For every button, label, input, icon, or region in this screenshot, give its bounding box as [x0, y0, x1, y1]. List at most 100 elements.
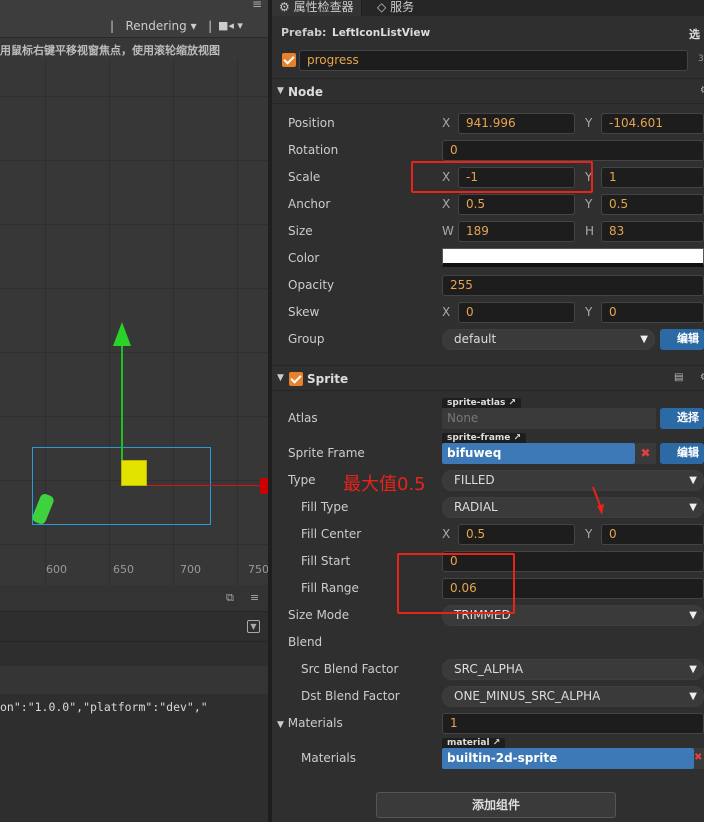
scene-tick-label: 750 [248, 563, 268, 576]
sprite-enabled-checkbox[interactable] [289, 372, 303, 386]
group-select[interactable]: default ▼ [442, 329, 655, 350]
src-blend-select[interactable]: SRC_ALPHA ▼ [442, 659, 704, 680]
toolbar-separator: | [208, 19, 213, 33]
type-select[interactable]: FILLED ▼ [442, 470, 704, 491]
tab-service[interactable]: ◇ 服务 [370, 0, 421, 16]
grid-line [0, 288, 268, 289]
grid-line [0, 96, 268, 97]
fill-type-select[interactable]: RADIAL ▼ [442, 497, 704, 518]
clear-icon[interactable]: ✖ [635, 443, 656, 464]
anchor-y-input[interactable]: 0.5 [601, 194, 704, 215]
materials-count-input[interactable]: 1 [442, 713, 704, 734]
atlas-field[interactable]: None [442, 408, 656, 429]
tab-properties[interactable]: ⚙ 属性检查器 [272, 0, 362, 16]
prefab-select-button[interactable]: 选 [689, 26, 700, 42]
axis-y-label: Y [585, 197, 593, 211]
node-badge: 3 [698, 54, 704, 64]
atlas-label: Atlas [288, 411, 318, 425]
sprite-frame-label: Sprite Frame [288, 446, 365, 460]
scene-menu-icon[interactable]: ≡ [252, 0, 262, 11]
group-edit-button[interactable]: 编辑 [660, 329, 704, 350]
fill-type-value: RADIAL [454, 500, 498, 514]
rotation-input[interactable]: 0 [442, 140, 704, 161]
gizmo-x-axis[interactable] [146, 485, 266, 486]
scene-hint-text: 用鼠标右键平移视窗焦点，使用滚轮缩放视图 [0, 44, 220, 57]
gizmo-y-axis[interactable] [121, 338, 123, 475]
axis-y-label: Y [585, 527, 593, 541]
add-component-button[interactable]: 添加组件 [376, 792, 616, 818]
scene-toolbar: ≡ | Rendering ▾ | ■◂ ▾ [0, 0, 268, 38]
material-field[interactable]: builtin-2d-sprite [442, 748, 694, 769]
gizmo-y-arrow-icon[interactable] [113, 322, 131, 346]
fill-type-label: Fill Type [301, 500, 349, 514]
size-h-input[interactable]: 83 [601, 221, 704, 242]
type-value: FILLED [454, 473, 495, 487]
camera-dropdown[interactable]: ■◂ ▾ [218, 19, 243, 32]
materials-count-label[interactable]: ▼ Materials [277, 716, 343, 730]
gizmo-x-handle[interactable] [260, 478, 268, 494]
materials-count-label-text: Materials [287, 716, 343, 730]
sprite-frame-field[interactable]: bifuweq [442, 443, 635, 464]
help-book-icon[interactable]: ▤ [674, 372, 683, 383]
position-x-input[interactable]: 941.996 [458, 113, 575, 134]
annotation-arrow-icon [592, 486, 604, 515]
position-y-input[interactable]: -104.601 [601, 113, 704, 134]
atlas-select-button[interactable]: 选择 [660, 408, 704, 429]
external-link-icon: ↗ [508, 398, 517, 408]
node-active-checkbox[interactable] [282, 53, 296, 67]
rotation-label: Rotation [288, 143, 339, 157]
node-section-title: Node [288, 85, 324, 99]
skew-x-input[interactable]: 0 [458, 302, 575, 323]
maximize-icon[interactable]: ⧉ [226, 591, 234, 605]
tab-properties-label: 属性检查器 [293, 0, 354, 14]
fill-center-y-input[interactable]: 0 [601, 524, 704, 545]
group-label: Group [288, 332, 325, 346]
sprite-frame-edit-button[interactable]: 编辑 [660, 443, 704, 464]
inspector-tabs: ⚙ 属性检查器 ◇ 服务 [272, 0, 704, 16]
dst-blend-select[interactable]: ONE_MINUS_SRC_ALPHA ▼ [442, 686, 704, 707]
skew-y-input[interactable]: 0 [601, 302, 704, 323]
color-swatch[interactable] [442, 248, 704, 267]
camera-icon: ■◂ [218, 19, 234, 32]
color-label: Color [288, 251, 320, 265]
skew-label: Skew [288, 305, 320, 319]
chevron-down-icon: ▼ [689, 691, 697, 702]
scale-label: Scale [288, 170, 321, 184]
axis-x-label: X [442, 116, 451, 130]
annotation-text: 最大值0.5 [343, 474, 426, 495]
settings-icon[interactable]: ⚙ [700, 85, 704, 96]
grid-line [0, 544, 268, 545]
fill-center-x-input[interactable]: 0.5 [458, 524, 575, 545]
axis-x-label: X [442, 305, 451, 319]
scene-tick-label: 600 [46, 563, 67, 576]
chevron-down-icon: ▼ [640, 334, 648, 345]
external-link-icon: ↗ [513, 433, 522, 443]
rendering-dropdown[interactable]: | Rendering ▾ | [110, 19, 212, 33]
opacity-input[interactable]: 255 [442, 275, 704, 296]
gear-icon: ⚙ [279, 0, 290, 14]
console-filter-dropdown-icon[interactable]: ▼ [247, 620, 260, 633]
sprite-frame-tag-text: sprite-frame [447, 433, 511, 443]
gizmo-center-handle[interactable] [121, 460, 147, 486]
scale-y-input[interactable]: 1 [601, 167, 704, 188]
chevron-down-icon: ▼ [689, 610, 697, 621]
sprite-section-header[interactable]: ▼ Sprite ▤ ⚙ [272, 365, 704, 391]
console-menu-icon[interactable]: ≡ [250, 591, 259, 604]
size-label: Size [288, 224, 313, 238]
collapse-icon: ▼ [277, 373, 284, 383]
console-toolbar: ▼ [0, 612, 268, 642]
anchor-x-input[interactable]: 0.5 [458, 194, 575, 215]
clear-icon[interactable]: ✖ [694, 748, 704, 769]
opacity-label: Opacity [288, 278, 335, 292]
axis-x-label: X [442, 527, 451, 541]
grid-line [0, 416, 268, 417]
settings-icon[interactable]: ⚙ [700, 372, 704, 383]
node-name-input[interactable]: progress [299, 50, 688, 71]
scene-view[interactable]: ≡ | Rendering ▾ | ■◂ ▾ 用鼠标右键平移视窗焦点，使用滚轮缩… [0, 0, 268, 585]
size-w-input[interactable]: 189 [458, 221, 575, 242]
node-section-header[interactable]: ▼ Node ⚙ [272, 78, 704, 104]
src-blend-value: SRC_ALPHA [454, 662, 524, 676]
type-label: Type [288, 473, 316, 487]
size-mode-label: Size Mode [288, 608, 350, 622]
annotation-box-scale [411, 161, 593, 193]
